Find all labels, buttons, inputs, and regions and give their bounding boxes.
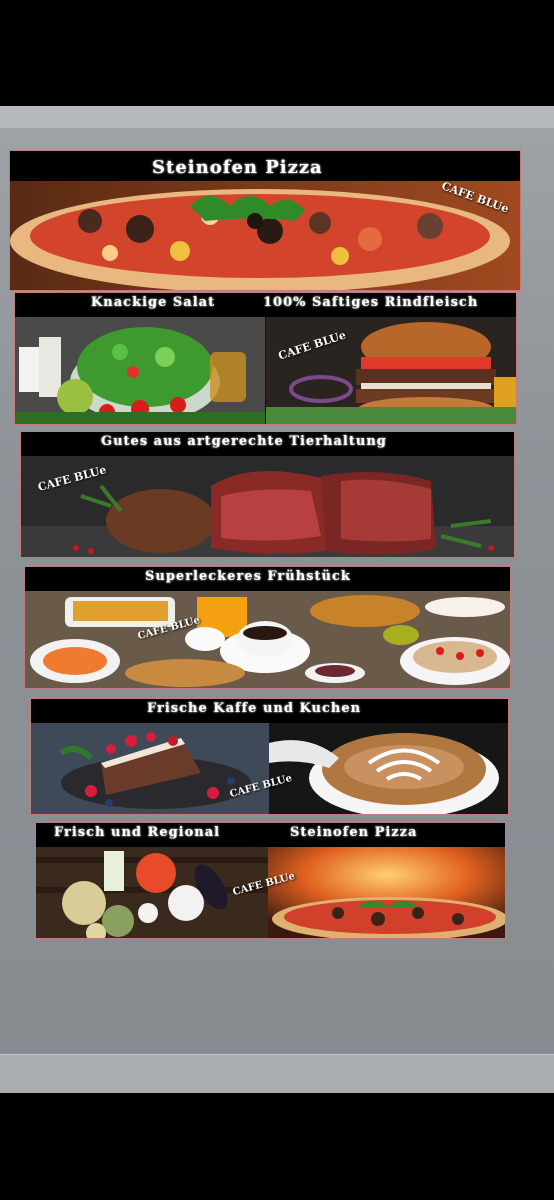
panel-title: Steinofen Pizza — [152, 157, 323, 178]
menu-panel-tier: Gutes aus artgerechte Tierhaltung CAFE B… — [20, 431, 515, 558]
pizza-oven-photo — [268, 847, 505, 938]
cake-photo — [31, 723, 269, 814]
panel-title-pizza: Steinofen Pizza — [290, 825, 418, 840]
screen-bottom-edge — [0, 1054, 554, 1093]
display-screen: Steinofen Pizza CAFE BLUe Knackige Salat… — [0, 106, 554, 1093]
menu-panel-salat-rind: Knackige Salat 100% Saftiges Rindfleisch — [14, 292, 517, 425]
panel-title-rind: 100% Saftiges Rindfleisch — [263, 295, 479, 310]
breakfast-photo — [25, 591, 510, 688]
menu-panel-fruehstueck: Superleckeres Frühstück CAFE BLUe — [24, 566, 511, 689]
salad-photo — [15, 317, 265, 424]
panel-title: Frische Kaffe und Kuchen — [147, 701, 362, 716]
pizza-photo — [10, 181, 520, 290]
panel-title: Gutes aus artgerechte Tierhaltung — [101, 434, 387, 449]
menu-panel-pizza-top: Steinofen Pizza CAFE BLUe — [9, 150, 521, 291]
screen-top-edge — [0, 106, 554, 128]
burger-photo — [266, 317, 516, 424]
panel-title-regional: Frisch und Regional — [54, 825, 221, 840]
coffee-photo — [269, 723, 508, 814]
panel-title: Superleckeres Frühstück — [145, 569, 351, 584]
menu-panel-regional-pizza: Frisch und Regional Steinofen Pizza CAFE… — [35, 822, 506, 939]
menu-panel-kaffe: Frische Kaffe und Kuchen CAFE BLUe — [30, 698, 509, 815]
panel-title-salat: Knackige Salat — [91, 295, 216, 310]
